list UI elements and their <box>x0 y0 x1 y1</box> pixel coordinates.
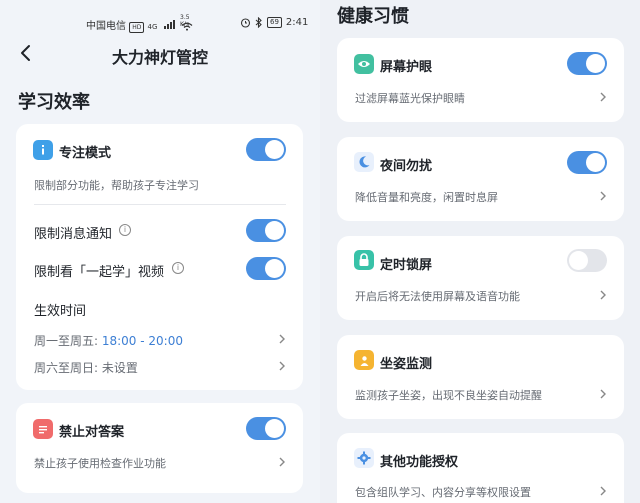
timed-lock-desc: 开启后将无法使用屏幕及语音功能 <box>355 290 520 303</box>
net-speed-unit: K/s <box>180 21 190 28</box>
other-permissions-card: 其他功能授权 包含组队学习、内容分享等权限设置 <box>337 433 624 503</box>
network-type: 4G <box>147 23 158 31</box>
chevron-right-icon[interactable] <box>277 333 287 345</box>
bluetooth-icon <box>255 17 262 28</box>
timed-lock-title: 定时锁屏 <box>380 258 433 273</box>
eye-care-card: 屏幕护眼 过滤屏幕蓝光保护眼睛 <box>337 38 624 122</box>
status-bar: 中国电信 HD 4G 3.5 K/s 69 2:41 <box>0 14 320 34</box>
focus-mode-toggle[interactable] <box>246 138 286 161</box>
posture-desc: 监测孩子坐姿，出现不良坐姿自动提醒 <box>355 389 542 402</box>
chevron-right-icon[interactable] <box>598 485 608 497</box>
chevron-right-icon[interactable] <box>598 91 608 103</box>
alarm-icon <box>240 18 251 28</box>
carrier-label: 中国电信 HD 4G <box>86 17 193 33</box>
notebook-icon <box>33 419 53 439</box>
weekday-time: 18:00 - 20:00 <box>101 334 183 348</box>
chevron-right-icon[interactable] <box>598 289 608 301</box>
limit-notifications-label: 限制消息通知 <box>34 227 113 242</box>
eye-care-toggle[interactable] <box>567 52 607 75</box>
divider <box>34 204 286 205</box>
battery-indicator: 69 <box>267 17 282 28</box>
limit-video-label: 限制看「一起学」视频 <box>34 265 165 280</box>
posture-icon <box>354 350 374 370</box>
posture-title: 坐姿监测 <box>380 357 433 372</box>
no-answer-desc: 禁止孩子使用检查作业功能 <box>34 457 166 470</box>
eye-care-title: 屏幕护眼 <box>380 60 433 75</box>
net-speed: 3.5 K/s <box>180 14 190 28</box>
chevron-right-icon[interactable] <box>598 388 608 400</box>
no-answer-toggle[interactable] <box>246 417 286 440</box>
left-screen: 中国电信 HD 4G 3.5 K/s 69 2:41 大力神灯管控 学习效率 专… <box>0 0 320 503</box>
eye-icon <box>354 54 374 74</box>
other-permissions-title: 其他功能授权 <box>380 455 459 470</box>
gear-icon <box>354 448 374 468</box>
night-dnd-toggle[interactable] <box>567 151 607 174</box>
chevron-right-icon[interactable] <box>277 456 287 468</box>
focus-icon <box>33 140 53 160</box>
moon-icon <box>354 152 374 172</box>
clock: 2:41 <box>285 17 309 28</box>
lock-icon <box>354 250 374 270</box>
chevron-right-icon[interactable] <box>277 360 287 372</box>
limit-video-toggle[interactable] <box>246 257 286 280</box>
focus-mode-title: 专注模式 <box>59 146 112 161</box>
right-screen: 健康习惯 屏幕护眼 过滤屏幕蓝光保护眼睛 夜间勿扰 降低音量和亮度，闲置时息屏 … <box>320 0 640 503</box>
schedule-title: 生效时间 <box>34 304 87 319</box>
weekday-label: 周一至周五: <box>34 334 102 348</box>
eye-care-desc: 过滤屏幕蓝光保护眼睛 <box>355 92 465 105</box>
other-permissions-desc: 包含组队学习、内容分享等权限设置 <box>355 486 531 499</box>
signal-icon <box>163 20 175 29</box>
limit-notifications-toggle[interactable] <box>246 219 286 242</box>
section-title-health: 健康习惯 <box>337 6 409 27</box>
weekend-schedule[interactable]: 周六至周日: 未设置 <box>34 359 138 376</box>
timed-lock-toggle[interactable] <box>567 249 607 272</box>
carrier-name: 中国电信 <box>86 21 126 32</box>
night-dnd-card: 夜间勿扰 降低音量和亮度，闲置时息屏 <box>337 137 624 221</box>
focus-mode-card: 专注模式 限制部分功能，帮助孩子专注学习 限制消息通知 i 限制看「一起学」视频… <box>16 124 303 390</box>
posture-card: 坐姿监测 监测孩子坐姿，出现不良坐姿自动提醒 <box>337 335 624 419</box>
weekday-schedule[interactable]: 周一至周五: 18:00 - 20:00 <box>34 332 183 349</box>
net-speed-value: 3.5 <box>180 14 190 21</box>
hd-badge: HD <box>129 22 145 33</box>
no-answer-card: 禁止对答案 禁止孩子使用检查作业功能 <box>16 403 303 493</box>
night-dnd-title: 夜间勿扰 <box>380 159 433 174</box>
no-answer-title: 禁止对答案 <box>59 425 125 440</box>
chevron-right-icon[interactable] <box>598 190 608 202</box>
weekend-value: 未设置 <box>101 361 138 375</box>
info-icon[interactable]: i <box>172 262 184 274</box>
night-dnd-desc: 降低音量和亮度，闲置时息屏 <box>355 191 498 204</box>
section-title-study: 学习效率 <box>18 92 90 113</box>
info-icon[interactable]: i <box>119 224 131 236</box>
timed-lock-card: 定时锁屏 开启后将无法使用屏幕及语音功能 <box>337 236 624 320</box>
weekend-label: 周六至周日: <box>34 361 102 375</box>
focus-mode-desc: 限制部分功能，帮助孩子专注学习 <box>34 179 199 192</box>
status-right: 69 2:41 <box>240 17 308 28</box>
page-title: 大力神灯管控 <box>111 48 208 67</box>
